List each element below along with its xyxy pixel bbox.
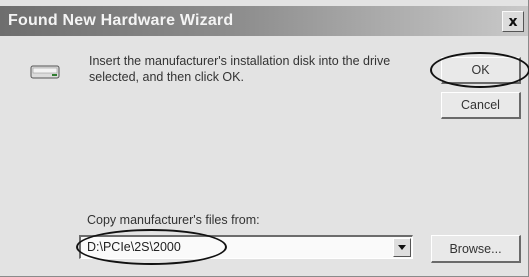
browse-button[interactable]: Browse... — [431, 235, 521, 263]
title-bar[interactable]: Found New Hardware Wizard x — [0, 6, 528, 36]
close-icon: x — [508, 13, 518, 30]
instruction-text: Insert the manufacturer's installation d… — [89, 54, 391, 84]
window-title: Found New Hardware Wizard — [8, 12, 234, 29]
hardware-wizard-dialog: Found New Hardware Wizard x Insert the m… — [0, 0, 529, 277]
ok-button[interactable]: OK — [441, 57, 521, 84]
path-combobox[interactable]: D:\PCIe\2S\2000 — [79, 235, 413, 259]
cancel-button-label: Cancel — [461, 98, 500, 112]
path-value[interactable]: D:\PCIe\2S\2000 — [87, 240, 181, 254]
copy-files-label: Copy manufacturer's files from: — [87, 213, 260, 227]
disk-drive-icon — [30, 65, 60, 79]
cancel-button[interactable]: Cancel — [441, 92, 521, 119]
dropdown-button[interactable] — [393, 238, 411, 257]
close-button[interactable]: x — [502, 11, 524, 32]
chevron-down-icon — [398, 245, 406, 250]
browse-button-label: Browse... — [449, 241, 502, 256]
ok-button-label: OK — [471, 63, 490, 77]
